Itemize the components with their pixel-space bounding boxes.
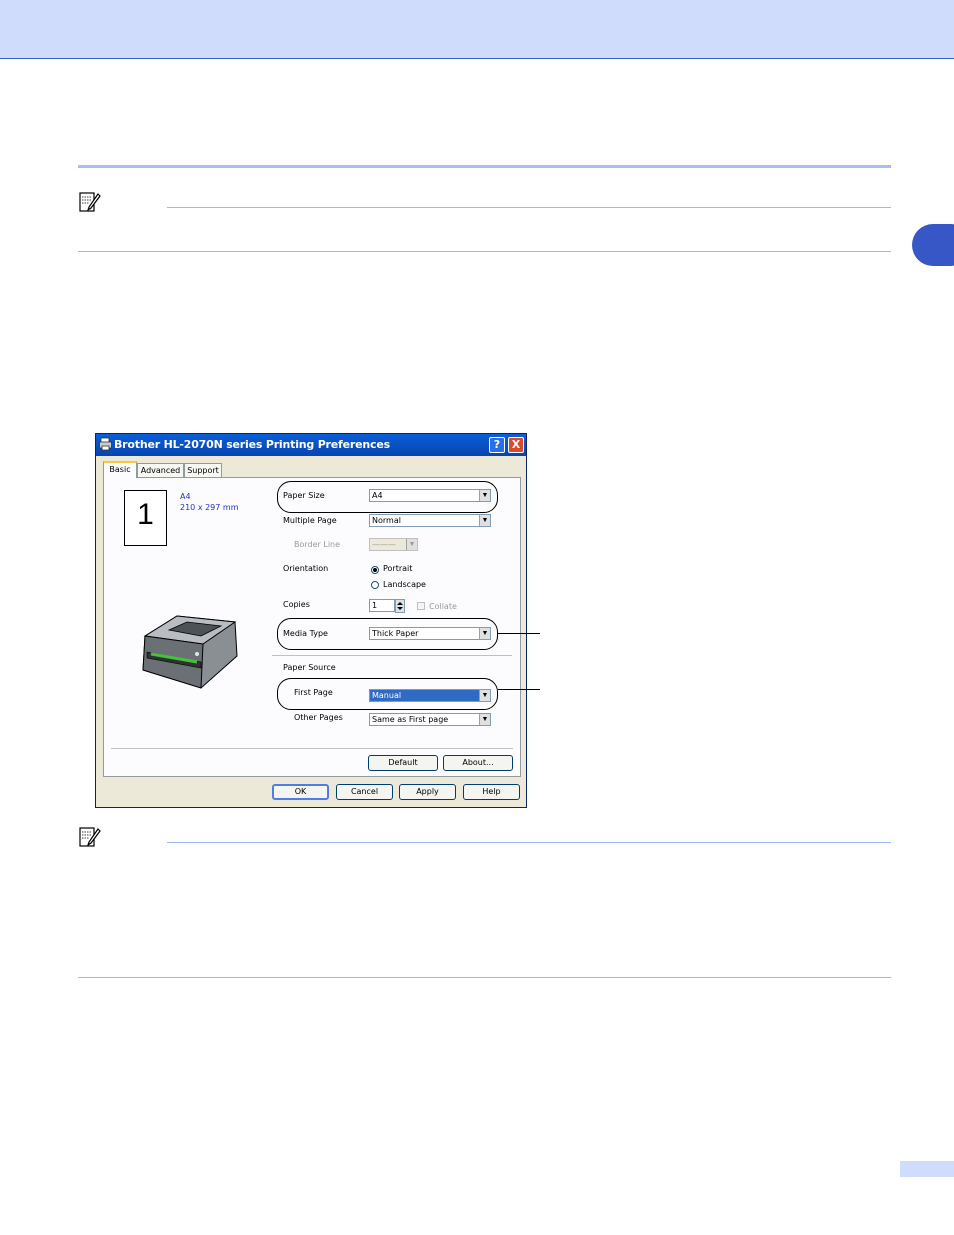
collate-checkbox[interactable] (417, 602, 425, 610)
printer-icon (139, 612, 241, 690)
tab-advanced[interactable]: Advanced (137, 463, 184, 477)
note-divider (167, 207, 891, 208)
cancel-button[interactable]: Cancel (336, 784, 393, 800)
portrait-label[interactable]: Portrait (383, 564, 412, 573)
close-title-button[interactable]: X (508, 437, 524, 453)
paper-size-select[interactable]: A4 (369, 489, 491, 502)
border-line-chevron-down-icon[interactable]: ▼ (406, 539, 417, 550)
other-pages-chevron-down-icon[interactable]: ▼ (479, 714, 490, 725)
stepper-arrows-icon (397, 602, 403, 610)
ok-button[interactable]: OK (272, 784, 329, 800)
help-title-button[interactable]: ? (489, 437, 505, 453)
printer-app-icon (99, 437, 112, 451)
note-bottom-rule (78, 251, 891, 252)
page-header-band (0, 0, 954, 59)
media-type-value: Thick Paper (372, 629, 419, 638)
paper-source-label: Paper Source (283, 663, 336, 672)
tab-support[interactable]: Support (184, 463, 222, 477)
first-page-value: Manual (372, 691, 402, 700)
multiple-page-label: Multiple Page (283, 516, 337, 525)
dialog-title: Brother HL-2070N series Printing Prefere… (114, 438, 390, 451)
landscape-radio[interactable] (371, 581, 379, 589)
portrait-radio[interactable] (371, 566, 379, 574)
first-page-callout-line (498, 689, 540, 690)
chapter-side-tab (912, 224, 954, 266)
default-button[interactable]: Default (368, 755, 438, 771)
orientation-label: Orientation (283, 564, 329, 573)
preview-page-number: 1 (137, 498, 154, 531)
media-type-select[interactable]: Thick Paper (369, 627, 491, 640)
note-top-rule (78, 165, 891, 168)
copies-stepper[interactable] (395, 599, 405, 613)
other-pages-value: Same as First page (372, 715, 449, 724)
paper-size-label: Paper Size (283, 491, 325, 500)
multiple-page-value: Normal (372, 516, 401, 525)
first-page-chevron-down-icon[interactable]: ▼ (479, 690, 490, 701)
other-pages-label: Other Pages (294, 713, 343, 722)
tab-basic[interactable]: Basic (103, 461, 137, 478)
note-bottom-rule-lower (78, 977, 891, 978)
first-page-label: First Page (294, 688, 333, 697)
note-divider-lower (167, 842, 891, 843)
portrait-radio-dot (373, 568, 377, 572)
copies-value: 1 (372, 601, 378, 610)
landscape-label[interactable]: Landscape (383, 580, 426, 589)
collate-label: Collate (429, 602, 457, 611)
paper-size-value: A4 (372, 491, 383, 500)
paper-name-text: A4 (180, 492, 191, 501)
help-button[interactable]: Help (463, 784, 520, 800)
paper-source-separator (272, 655, 512, 656)
border-line-value: ——— (372, 540, 396, 549)
media-type-chevron-down-icon[interactable]: ▼ (479, 628, 490, 639)
multiple-page-select[interactable]: Normal (369, 514, 491, 527)
about-button[interactable]: About... (443, 755, 513, 771)
panel-bottom-separator (111, 748, 513, 749)
apply-button[interactable]: Apply (399, 784, 456, 800)
paper-size-chevron-down-icon[interactable]: ▼ (479, 490, 490, 501)
border-line-label: Border Line (294, 540, 341, 549)
page-number-tab (900, 1161, 954, 1177)
media-type-label: Media Type (283, 629, 328, 638)
media-type-callout-line (498, 633, 540, 634)
copies-input[interactable]: 1 (369, 599, 395, 612)
multiple-page-chevron-down-icon[interactable]: ▼ (479, 515, 490, 526)
copies-label: Copies (283, 600, 310, 609)
other-pages-select[interactable]: Same as First page (369, 713, 491, 726)
first-page-select[interactable]: Manual (369, 689, 491, 702)
note-pencil-icon (79, 191, 101, 213)
note-pencil-icon (79, 826, 101, 848)
paper-dimensions-text: 210 x 297 mm (180, 503, 239, 512)
